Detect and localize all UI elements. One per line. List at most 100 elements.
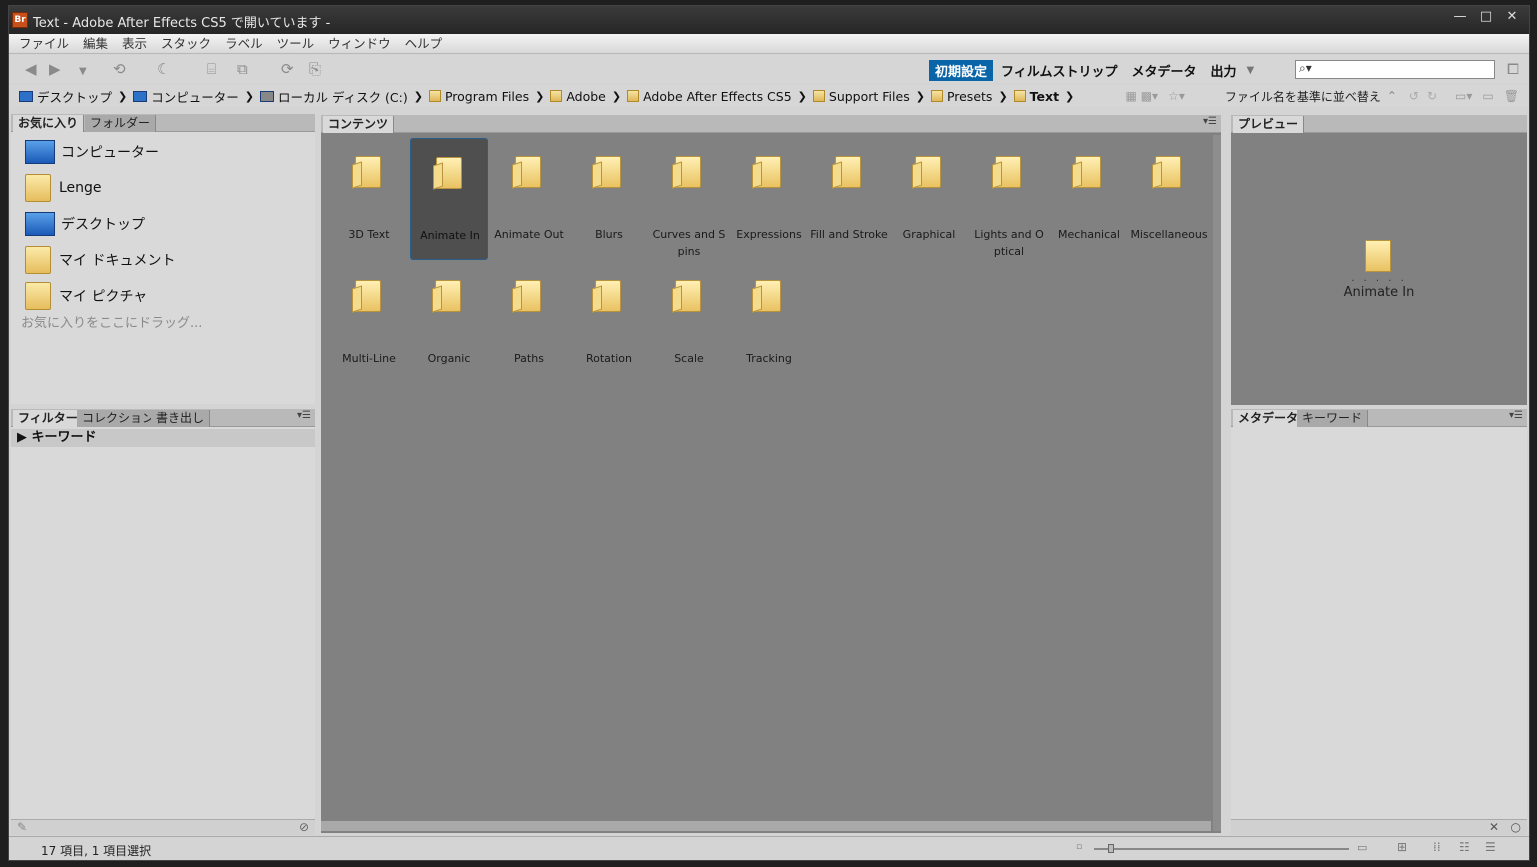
content-item[interactable]: Organic (410, 262, 488, 384)
close-button[interactable]: ✕ (1499, 8, 1525, 28)
new-folder-icon[interactable]: ▭ (1482, 89, 1493, 103)
filter-keyword-row[interactable]: ▶ キーワード (11, 429, 315, 447)
slider-knob[interactable] (1108, 844, 1114, 853)
tab-preview[interactable]: プレビュー (1233, 116, 1305, 133)
folder-icon (930, 90, 943, 102)
panel-menu-icon[interactable]: ▾☰ (1509, 410, 1523, 421)
panel-menu-icon[interactable]: ▾☰ (297, 410, 311, 421)
folder-icon (435, 280, 461, 312)
tab-keywords[interactable]: キーワード (1297, 410, 1369, 427)
circle-icon[interactable]: ○ (1511, 820, 1521, 834)
favorite-computer[interactable]: コンピューター (19, 134, 319, 170)
content-item[interactable]: Animate Out (490, 138, 568, 260)
quality-icon[interactable]: ▦ ▩▾ (1126, 89, 1159, 103)
horizontal-scrollbar[interactable] (321, 821, 1211, 831)
content-item[interactable]: Blurs (570, 138, 648, 260)
tab-favorites[interactable]: お気に入り (13, 115, 85, 132)
star-filter-icon[interactable]: ☆▾ (1168, 89, 1185, 103)
panel-menu-icon[interactable]: ▾☰ (1203, 116, 1217, 127)
history-dropdown-icon[interactable]: ▼ (79, 64, 87, 80)
menu-help[interactable]: ヘルプ (405, 34, 443, 53)
content-item[interactable]: Multi-Line (330, 262, 408, 384)
tab-metadata[interactable]: メタデータ (1233, 410, 1305, 427)
path-crumb-text[interactable]: Text ❯ (1013, 89, 1074, 104)
content-item[interactable]: 3D Text (330, 138, 408, 260)
menu-edit[interactable]: 編集 (83, 34, 108, 53)
workspace-dropdown-icon[interactable]: ▼ (1247, 65, 1255, 76)
content-item[interactable]: Rotation (570, 262, 648, 384)
path-crumb-program-files[interactable]: Program Files ❯ (428, 89, 544, 104)
grid-lock-icon[interactable]: ⊞ (1397, 840, 1407, 854)
menu-tools[interactable]: ツール (277, 34, 315, 53)
title-bar[interactable]: Br Text - Adobe After Effects CS5 で開いていま… (9, 6, 1529, 34)
menu-stack[interactable]: スタック (161, 34, 211, 53)
menu-window[interactable]: ウィンドウ (328, 34, 391, 53)
content-item[interactable]: Scale (650, 262, 728, 384)
rotate-right-icon[interactable]: ↻ (1427, 89, 1437, 103)
thumbnail-view-icon[interactable]: ⁞⁞ (1433, 840, 1441, 854)
path-crumb-adobe[interactable]: Adobe ❯ (550, 89, 621, 104)
favorite-desktop[interactable]: デスクトップ (19, 206, 319, 242)
search-input[interactable]: ⌕▾ (1295, 60, 1495, 79)
favorite-lenge[interactable]: Lenge (19, 170, 319, 206)
content-item-label: Mechanical (1058, 228, 1120, 241)
tab-folders[interactable]: フォルダー (85, 115, 157, 132)
open-recent-folder-icon[interactable]: ▭▾ (1455, 89, 1472, 103)
tab-collections[interactable]: コレクション (77, 410, 161, 427)
content-item[interactable]: Lights and O ptical (970, 138, 1048, 260)
recent-items-icon[interactable]: ⟲ (113, 61, 126, 77)
content-item[interactable]: Paths (490, 262, 568, 384)
content-item[interactable]: Tracking (730, 262, 808, 384)
workspace-essentials[interactable]: 初期設定 (929, 60, 994, 81)
filter-footer: ✎ ⊘ (11, 819, 315, 835)
path-crumb-local-disk[interactable]: ローカル ディスク (C:) ❯ (259, 87, 423, 106)
details-view-icon[interactable]: ☷ (1459, 840, 1470, 854)
trash-icon[interactable]: 🗑 (1504, 89, 1519, 103)
content-item[interactable]: Miscellaneous (1130, 138, 1208, 260)
sort-direction-icon[interactable]: ⌃ (1387, 89, 1397, 103)
favorite-my-documents[interactable]: マイ ドキュメント (19, 242, 319, 278)
filter-panel: フィルター コレクション 書き出し ▾☰ ▶ キーワード (11, 409, 315, 819)
list-view-icon[interactable]: ☰ (1485, 840, 1496, 854)
content-item[interactable]: Expressions (730, 138, 808, 260)
content-item[interactable]: Curves and S pins (650, 138, 728, 260)
tab-export[interactable]: 書き出し (151, 410, 211, 427)
refine-icon[interactable]: ⧉ (237, 61, 248, 77)
path-crumb-presets[interactable]: Presets ❯ (930, 89, 1008, 104)
path-crumb-after-effects[interactable]: Adobe After Effects CS5 ❯ (627, 89, 807, 104)
pin-icon[interactable]: ✎ (17, 820, 27, 834)
clear-filter-icon[interactable]: ⊘ (299, 820, 309, 834)
compact-mode-icon[interactable]: ⧠ (1507, 61, 1519, 77)
path-crumb-computer[interactable]: コンピューター ❯ (133, 87, 254, 106)
path-crumb-support-files[interactable]: Support Files ❯ (812, 89, 925, 104)
content-item[interactable]: Fill and Stroke (810, 138, 888, 260)
sort-dropdown[interactable]: ファイル名を基準に並べ替え (1225, 88, 1381, 105)
vertical-scrollbar[interactable] (1213, 135, 1221, 831)
minimize-button[interactable]: — (1447, 8, 1473, 28)
maximize-button[interactable]: □ (1473, 8, 1499, 28)
workspace-metadata[interactable]: メタデータ (1126, 60, 1203, 81)
content-item[interactable]: Animate In (410, 138, 488, 260)
return-icon[interactable]: ☾ (157, 61, 170, 77)
tab-content[interactable]: コンテンツ (323, 116, 395, 133)
content-item[interactable]: Graphical (890, 138, 968, 260)
back-arrow-icon[interactable]: ◀ (25, 61, 37, 77)
tab-filter[interactable]: フィルター (13, 410, 84, 427)
content-item[interactable]: Mechanical (1050, 138, 1128, 260)
thumb-small-icon[interactable]: ▫ (1076, 842, 1082, 852)
delete-icon[interactable]: ✕ (1489, 820, 1499, 834)
open-recent-icon[interactable]: ⎘ (309, 61, 321, 77)
thumbnail-size-slider[interactable] (1094, 844, 1349, 853)
path-crumb-desktop[interactable]: デスクトップ ❯ (19, 87, 127, 106)
menu-view[interactable]: 表示 (122, 34, 147, 53)
forward-arrow-icon[interactable]: ▶ (49, 61, 61, 77)
camera-icon[interactable]: ⌸ (207, 61, 216, 77)
workspace-output[interactable]: 出力 (1205, 60, 1243, 81)
menu-file[interactable]: ファイル (19, 34, 69, 53)
thumb-large-icon[interactable]: ▭ (1357, 841, 1367, 854)
rotate-icon[interactable]: ⟳ (281, 61, 294, 77)
workspace-filmstrip[interactable]: フィルムストリップ (995, 60, 1123, 81)
rotate-left-icon[interactable]: ↺ (1409, 89, 1419, 103)
favorite-my-pictures[interactable]: マイ ピクチャ (19, 278, 319, 314)
menu-label[interactable]: ラベル (225, 34, 263, 53)
